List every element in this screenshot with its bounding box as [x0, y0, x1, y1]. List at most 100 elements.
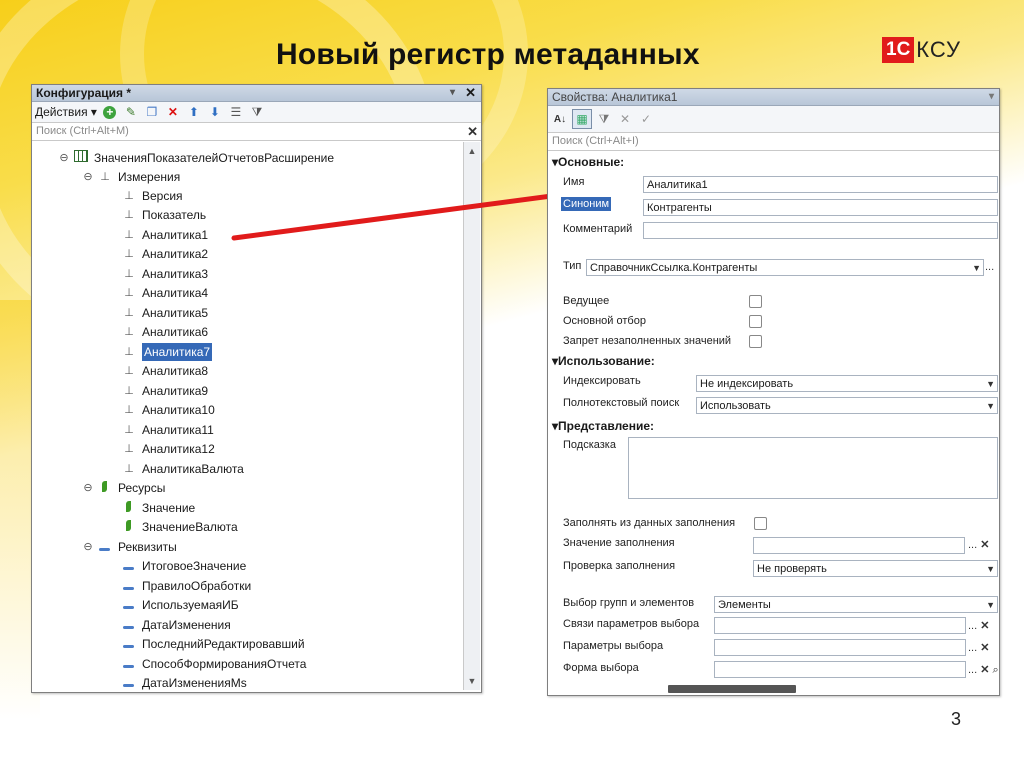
collapse-icon[interactable]: ⊖: [82, 168, 94, 186]
choice-form-label: Форма выбора: [563, 662, 639, 674]
configuration-search-input[interactable]: Поиск (Ctrl+Alt+M) ✕: [32, 123, 481, 141]
dropdown-icon[interactable]: ▼: [986, 597, 995, 612]
close-icon[interactable]: ✕: [465, 85, 476, 101]
fill-check-select[interactable]: Не проверять ▼: [753, 560, 998, 577]
tree-item-dimension[interactable]: ⊥ Аналитика10: [122, 401, 215, 419]
comment-field[interactable]: [643, 222, 998, 239]
tree-root-register[interactable]: ⊖ ЗначенияПоказателейОтчетовРасширение: [58, 149, 334, 167]
collapse-icon[interactable]: ⊖: [82, 538, 94, 556]
clear-icon[interactable]: ✕: [616, 110, 634, 128]
name-field[interactable]: Аналитика1: [643, 176, 998, 193]
synonym-label: Синоним: [561, 197, 612, 211]
choice-links-buttons[interactable]: ... ✕: [968, 619, 989, 632]
tree-item-label: ДатаИзменения: [142, 618, 231, 632]
tree-group-attributes[interactable]: ⊖ Реквизиты: [82, 538, 176, 556]
dimension-group-icon: ⊥: [100, 171, 110, 183]
type-select-button[interactable]: ...: [985, 261, 994, 273]
tree-item-label: Аналитика4: [142, 286, 209, 300]
search-icon[interactable]: ⌕: [993, 664, 999, 676]
fill-value-buttons[interactable]: ... ✕: [968, 538, 989, 551]
window-menu-icon[interactable]: ▾: [989, 89, 994, 105]
choice-form-buttons[interactable]: ... ✕ ⌕: [968, 663, 999, 677]
collapse-icon[interactable]: ⊖: [82, 479, 94, 497]
choice-groups-select[interactable]: Элементы ▼: [714, 596, 998, 613]
tree-item-dimension[interactable]: ⊥ АналитикаВалюта: [122, 460, 244, 478]
tree-item-attribute[interactable]: ДатаИзменения: [122, 616, 231, 634]
clear-search-icon[interactable]: ✕: [467, 123, 478, 140]
deny-empty-checkbox[interactable]: [749, 335, 762, 348]
tree-item-dimension-selected[interactable]: ⊥ Аналитика7: [122, 343, 213, 361]
register-icon: [74, 150, 88, 162]
tree-group-dimensions[interactable]: ⊖ ⊥ Измерения: [82, 168, 180, 186]
categories-icon[interactable]: ▦: [572, 109, 592, 129]
tree-item-dimension[interactable]: ⊥ Версия: [122, 187, 182, 205]
properties-window: Свойства: Аналитика1 ▾ A↓ ▦ ⧩ ✕ ✓ Поиск …: [547, 88, 1000, 696]
tree-item-dimension[interactable]: ⊥ Аналитика6: [122, 323, 208, 341]
attribute-group-icon: [99, 548, 110, 551]
copy-icon[interactable]: ❐: [143, 103, 161, 121]
fulltext-label: Полнотекстовый поиск: [563, 397, 680, 409]
fulltext-select[interactable]: Использовать ▼: [696, 397, 998, 414]
dropdown-icon[interactable]: ▼: [986, 561, 995, 576]
choice-links-field[interactable]: [714, 617, 966, 634]
scroll-up-icon[interactable]: ▲: [465, 144, 479, 158]
actions-menu[interactable]: Действия ▾: [35, 105, 97, 119]
tree-item-attribute[interactable]: ДатаИзмененияМs: [122, 674, 247, 690]
synonym-label-text: Синоним: [561, 197, 612, 211]
tree-item-dimension[interactable]: ⊥ Аналитика4: [122, 284, 208, 302]
dimension-icon: ⊥: [124, 326, 134, 338]
tree-item-attribute[interactable]: ИтоговоеЗначение: [122, 557, 246, 575]
type-field[interactable]: СправочникСсылка.Контрагенты ▼: [586, 259, 984, 276]
tree-item-dimension[interactable]: ⊥ Аналитика5: [122, 304, 208, 322]
apply-icon[interactable]: ✓: [637, 110, 655, 128]
move-up-icon[interactable]: ⬆: [185, 103, 203, 121]
tree-item-dimension[interactable]: ⊥ Аналитика2: [122, 245, 208, 263]
index-select[interactable]: Не индексировать ▼: [696, 375, 998, 392]
window-menu-icon[interactable]: ▾: [450, 85, 455, 101]
filter-icon[interactable]: ⧩: [248, 103, 266, 121]
choice-form-field[interactable]: [714, 661, 966, 678]
choice-params-label: Параметры выбора: [563, 640, 664, 652]
tree-item-dimension[interactable]: ⊥ Аналитика12: [122, 440, 215, 458]
dropdown-icon[interactable]: ▼: [986, 398, 995, 413]
dropdown-icon[interactable]: ▼: [972, 260, 981, 275]
tree-item-resource[interactable]: ЗначениеВалюта: [122, 518, 238, 536]
tree-item-dimension[interactable]: ⊥ Аналитика9: [122, 382, 208, 400]
attribute-icon: [123, 606, 134, 609]
tree-item-attribute[interactable]: СпособФормированияОтчета: [122, 655, 306, 673]
scroll-down-icon[interactable]: ▼: [465, 674, 479, 688]
tree-item-attribute[interactable]: ИспользуемаяИБ: [122, 596, 239, 614]
tree-item-resource[interactable]: Значение: [122, 499, 195, 517]
collapse-icon[interactable]: ⊖: [58, 149, 70, 167]
sort-alpha-icon[interactable]: A↓: [551, 110, 569, 128]
tree-item-label: ДатаИзмененияМs: [142, 676, 247, 690]
hint-textarea[interactable]: [628, 437, 998, 499]
choice-params-buttons[interactable]: ... ✕: [968, 641, 989, 654]
tree-item-attribute[interactable]: ПравилоОбработки: [122, 577, 251, 595]
tree-item-dimension[interactable]: ⊥ Аналитика3: [122, 265, 208, 283]
tree-item-dimension[interactable]: ⊥ Аналитика11: [122, 421, 214, 439]
sort-icon[interactable]: ☰: [227, 103, 245, 121]
leading-checkbox[interactable]: [749, 295, 762, 308]
logo-text: КСУ: [916, 37, 961, 62]
dropdown-icon[interactable]: ▼: [986, 376, 995, 391]
tree-item-attribute[interactable]: ПоследнийРедактировавший: [122, 635, 305, 653]
choice-params-field[interactable]: [714, 639, 966, 656]
horizontal-scrollbar-thumb[interactable]: [668, 685, 796, 693]
add-icon[interactable]: +: [101, 103, 119, 121]
edit-icon[interactable]: ✎: [122, 103, 140, 121]
type-value: СправочникСсылка.Контрагенты: [590, 262, 758, 274]
fill-value-field[interactable]: [753, 537, 965, 554]
synonym-field[interactable]: Контрагенты: [643, 199, 998, 216]
tree-item-dimension[interactable]: ⊥ Показатель: [122, 206, 206, 224]
filter-props-icon[interactable]: ⧩: [595, 110, 613, 128]
move-down-icon[interactable]: ⬇: [206, 103, 224, 121]
main-filter-checkbox[interactable]: [749, 315, 762, 328]
tree-item-dimension[interactable]: ⊥ Аналитика8: [122, 362, 208, 380]
tree-scrollbar[interactable]: ▲ ▼: [463, 142, 480, 690]
tree-item-dimension[interactable]: ⊥ Аналитика1: [122, 226, 208, 244]
fill-from-checkbox[interactable]: [754, 517, 767, 530]
tree-group-resources[interactable]: ⊖ Ресурсы: [82, 479, 165, 497]
properties-search-input[interactable]: Поиск (Ctrl+Alt+I): [548, 133, 999, 151]
delete-icon[interactable]: ✕: [164, 103, 182, 121]
